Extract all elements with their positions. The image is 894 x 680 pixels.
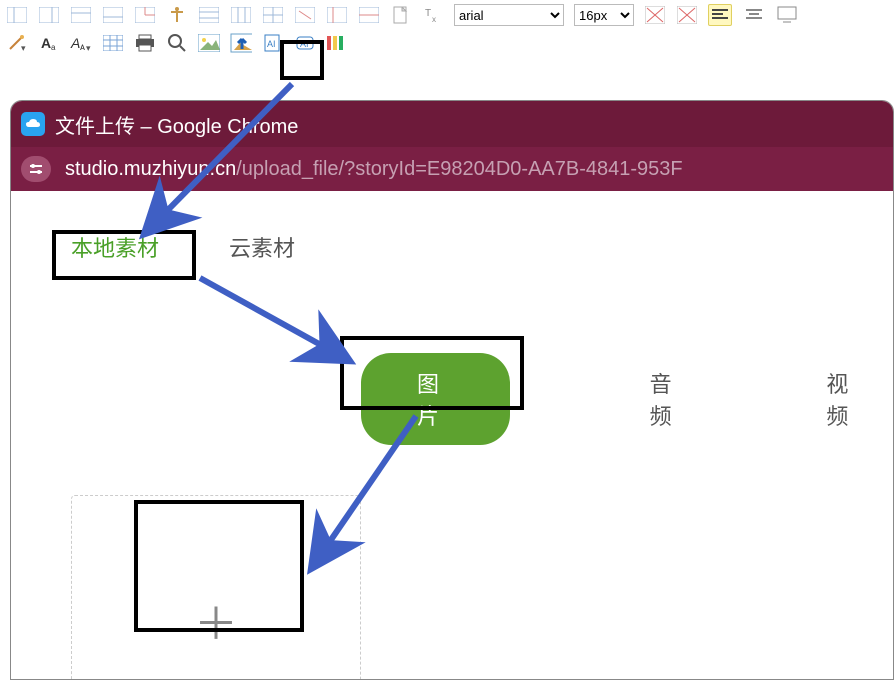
- ai-box-icon[interactable]: AI: [294, 32, 316, 54]
- sub-tabs: 图片 音频 视频: [41, 353, 863, 445]
- monitor-icon[interactable]: [776, 4, 798, 26]
- app-cloud-icon: [21, 112, 45, 136]
- svg-text:T: T: [425, 8, 431, 19]
- svg-text:ᴀ: ᴀ: [80, 42, 85, 52]
- table-icon-3[interactable]: [262, 4, 284, 26]
- toolbar-row-2: ▾ Aa Aᴀ▾ AI AI: [6, 32, 888, 54]
- align-left-icon[interactable]: [708, 4, 732, 26]
- upload-popup-window: 文件上传 – Google Chrome studio.muzhiyun.cn/…: [10, 100, 894, 680]
- magnify-icon[interactable]: [166, 32, 188, 54]
- tab-cloud-assets[interactable]: 云素材: [229, 231, 295, 263]
- table-grid-icon[interactable]: [102, 32, 124, 54]
- popup-titlebar: 文件上传 – Google Chrome: [11, 101, 893, 147]
- text-format-icon[interactable]: Tx: [422, 4, 444, 26]
- tab-local-assets[interactable]: 本地素材: [71, 231, 159, 263]
- upload-icon[interactable]: [230, 32, 252, 54]
- layout-icon-1[interactable]: [6, 4, 28, 26]
- toolbar-row-1: Tx arial 16px: [6, 4, 888, 26]
- ai-doc-icon[interactable]: AI: [262, 32, 284, 54]
- subtab-image[interactable]: 图片: [361, 353, 510, 445]
- svg-text:x: x: [432, 15, 436, 24]
- url-host: studio.muzhiyun.cn: [65, 158, 236, 181]
- anchor-icon[interactable]: [166, 4, 188, 26]
- site-settings-icon[interactable]: [21, 156, 51, 182]
- svg-text:A: A: [41, 35, 51, 51]
- svg-text:a: a: [51, 43, 56, 52]
- popup-title: 文件上传 – Google Chrome: [55, 110, 298, 139]
- print-icon[interactable]: [134, 32, 156, 54]
- svg-text:A: A: [70, 35, 80, 51]
- font-style-a2-icon[interactable]: Aᴀ▾: [70, 32, 92, 54]
- svg-text:▾: ▾: [21, 43, 26, 52]
- popup-body: 本地素材 云素材 图片 音频 视频 ＋: [11, 191, 893, 680]
- subtab-audio[interactable]: 音频: [650, 367, 687, 431]
- table-icon-1[interactable]: [198, 4, 220, 26]
- subtab-video[interactable]: 视频: [826, 367, 863, 431]
- page-icon[interactable]: [390, 4, 412, 26]
- table-icon-6[interactable]: [358, 4, 380, 26]
- layout-icon-2[interactable]: [38, 4, 60, 26]
- table-icon-5[interactable]: [326, 4, 348, 26]
- layout-icon-4[interactable]: [102, 4, 124, 26]
- plus-icon: ＋: [194, 588, 238, 652]
- magic-wand-icon[interactable]: ▾: [6, 32, 28, 54]
- image-icon[interactable]: [198, 32, 220, 54]
- missing-image-icon-1[interactable]: [644, 4, 666, 26]
- table-icon-2[interactable]: [230, 4, 252, 26]
- popup-address-bar: studio.muzhiyun.cn/upload_file/?storyId=…: [11, 147, 893, 191]
- svg-text:AI: AI: [300, 39, 309, 49]
- svg-text:AI: AI: [267, 39, 276, 49]
- url-path: /upload_file/?storyId=E98204D0-AA7B-4841…: [236, 158, 682, 181]
- layout-icon-5[interactable]: [134, 4, 156, 26]
- color-bars-icon[interactable]: [326, 32, 348, 54]
- missing-image-icon-2[interactable]: [676, 4, 698, 26]
- editor-toolbar: Tx arial 16px ▾ Aa Aᴀ▾ AI AI: [0, 0, 894, 62]
- font-family-select[interactable]: arial: [454, 4, 564, 26]
- font-size-select[interactable]: 16px: [574, 4, 634, 26]
- svg-text:▾: ▾: [86, 43, 91, 52]
- upload-dropzone[interactable]: ＋: [71, 495, 361, 680]
- main-tabs: 本地素材 云素材: [41, 231, 863, 263]
- font-style-a1-icon[interactable]: Aa: [38, 32, 60, 54]
- table-icon-4[interactable]: [294, 4, 316, 26]
- layout-icon-3[interactable]: [70, 4, 92, 26]
- align-center-icon[interactable]: [742, 4, 766, 26]
